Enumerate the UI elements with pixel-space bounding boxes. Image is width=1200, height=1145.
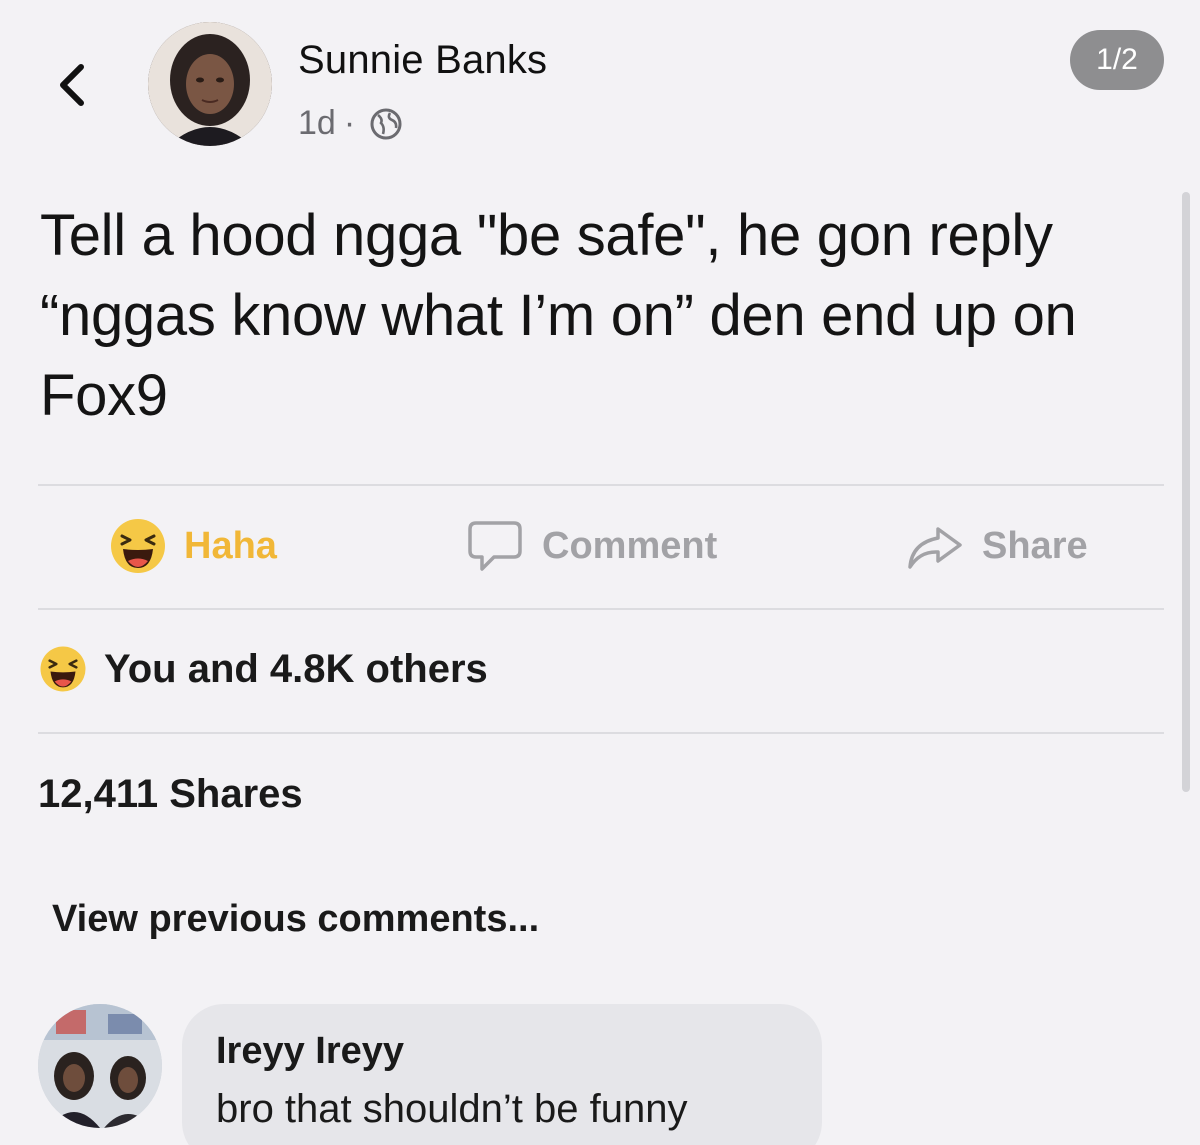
divider xyxy=(38,732,1164,734)
back-button[interactable] xyxy=(50,55,94,115)
post-meta: 1d · xyxy=(298,104,403,143)
globe-icon xyxy=(370,108,402,139)
haha-label: Haha xyxy=(184,524,277,567)
reactions-text: You and 4.8K others xyxy=(104,646,488,691)
haha-emoji-icon xyxy=(111,519,165,573)
haha-emoji-icon xyxy=(40,646,86,692)
haha-reaction-button[interactable]: Haha xyxy=(108,514,277,578)
post-time: 1d xyxy=(298,104,336,142)
view-previous-comments-link[interactable]: View previous comments... xyxy=(52,898,539,941)
commenter-avatar[interactable] xyxy=(38,1004,162,1128)
avatar-photo xyxy=(148,22,272,146)
comment-bubble-icon xyxy=(468,521,522,571)
comment-text: bro that shouldn’t be funny xyxy=(216,1087,688,1131)
comment-author[interactable]: Ireyy Ireyy xyxy=(216,1030,788,1073)
shares-count[interactable]: 12,411 Shares xyxy=(38,772,303,817)
divider xyxy=(38,484,1164,486)
share-button[interactable]: Share xyxy=(904,514,1088,578)
commenter-avatar-photo xyxy=(38,1004,162,1128)
comment-button[interactable]: Comment xyxy=(464,514,717,578)
share-label: Share xyxy=(982,524,1088,567)
post-text: Tell a hood ngga "be safe", he gon reply… xyxy=(40,203,1077,428)
comment-bubble[interactable]: Ireyy Ireyy bro that shouldn’t be funny xyxy=(182,1004,822,1145)
chevron-left-icon xyxy=(60,64,84,106)
author-avatar[interactable] xyxy=(148,22,272,146)
reactions-summary[interactable]: You and 4.8K others xyxy=(38,644,488,694)
scrollbar[interactable] xyxy=(1182,192,1190,792)
divider xyxy=(38,608,1164,610)
page-counter-badge: 1/2 xyxy=(1070,30,1164,90)
comment-label: Comment xyxy=(542,524,718,567)
meta-separator: · xyxy=(343,104,356,142)
share-arrow-icon xyxy=(908,527,962,569)
author-name[interactable]: Sunnie Banks xyxy=(298,38,547,83)
